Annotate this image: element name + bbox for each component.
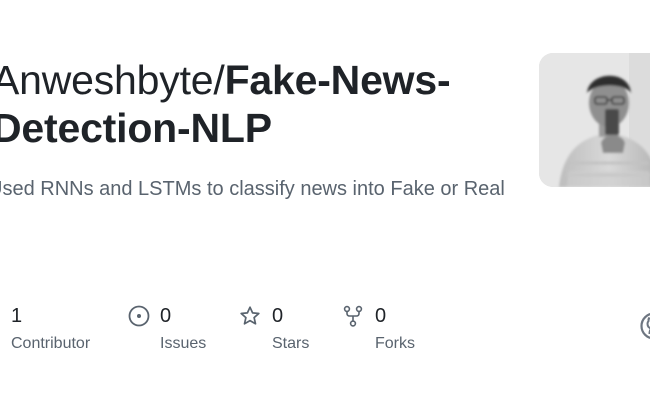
repo-stats: 1 Contributor 0 Issues 0 Stars 0 Forks — [0, 300, 650, 360]
issues-count: 0 — [160, 305, 172, 327]
repo-description: Used RNNs and LSTMs to classify news int… — [0, 178, 505, 200]
owner-avatar[interactable] — [539, 53, 650, 187]
star-icon — [239, 305, 261, 327]
github-logo-icon — [640, 312, 650, 340]
stars-label: Stars — [272, 335, 310, 352]
forks-label: Forks — [375, 335, 415, 352]
forks-count: 0 — [375, 305, 387, 327]
issue-opened-icon — [128, 305, 150, 327]
contributors-label: Contributor — [11, 335, 91, 352]
repo-owner: Anweshbyte/ — [0, 57, 225, 103]
avatar-photo — [539, 53, 650, 187]
repo-title[interactable]: Anweshbyte/Fake-News-Detection-NLP — [0, 56, 512, 152]
repo-forked-icon — [342, 305, 364, 327]
contributors-count: 1 — [11, 305, 23, 327]
stars-count: 0 — [272, 305, 284, 327]
issues-label: Issues — [160, 335, 207, 352]
